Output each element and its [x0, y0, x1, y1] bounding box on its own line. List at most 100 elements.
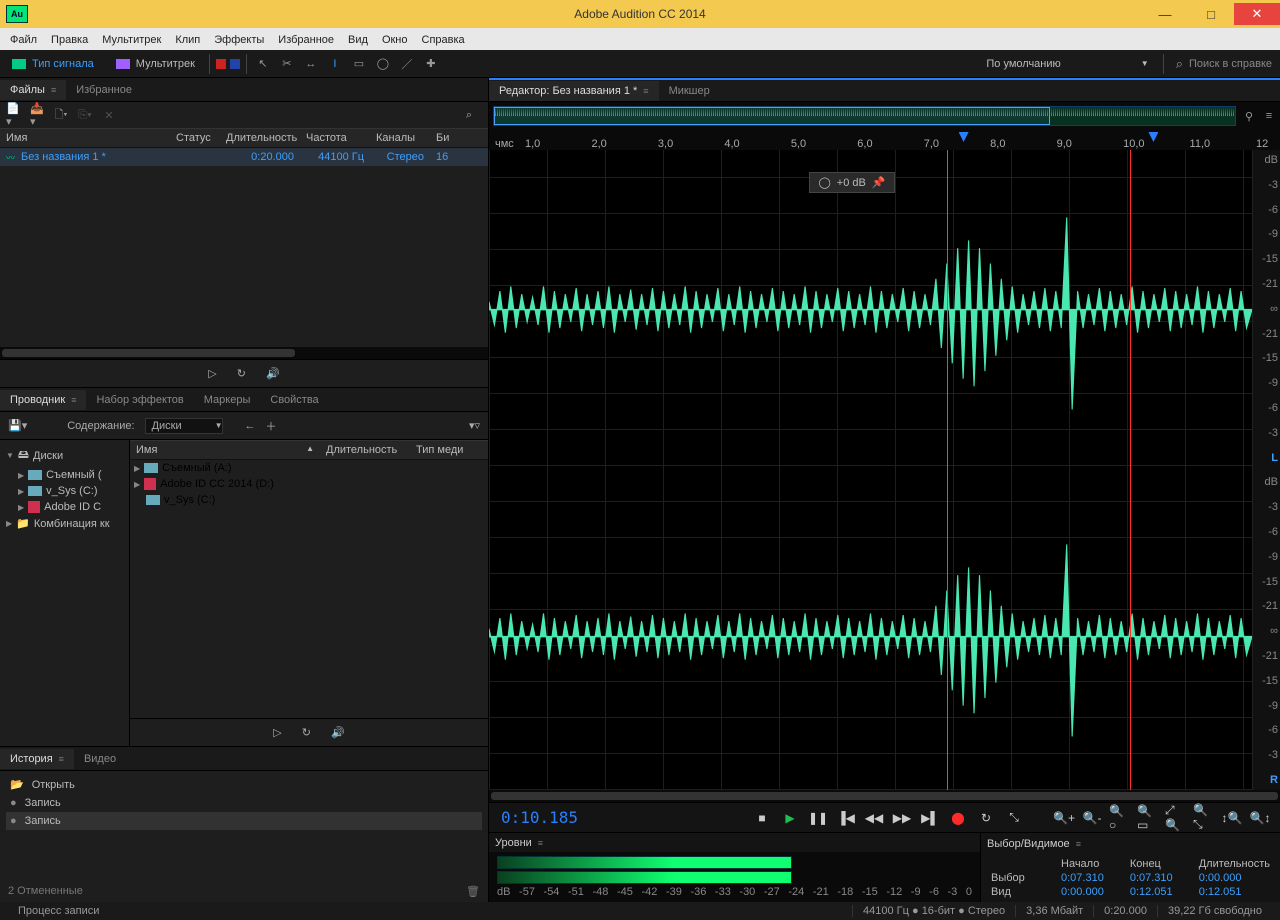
file-row[interactable]: 〰Без названия 1 * 0:20.000 44100 Гц Стер…	[0, 148, 488, 166]
menu-window[interactable]: Окно	[376, 30, 414, 48]
filter-icon[interactable]: ▾▿	[469, 419, 480, 432]
stop-button[interactable]: ■	[750, 807, 774, 829]
sel-end[interactable]: 0:07.310	[1130, 872, 1189, 884]
tab-effect-rack[interactable]: Набор эффектов	[86, 390, 193, 410]
marquee-tool-icon[interactable]: ▭	[347, 52, 371, 76]
zoom-in-point-icon[interactable]: ⤢🔍	[1164, 807, 1188, 829]
channel-view-icon[interactable]: ≡	[1262, 109, 1276, 123]
preview-autoplay-icon[interactable]: 🔊	[331, 726, 345, 739]
preview-loop-icon[interactable]: ↻	[237, 367, 246, 380]
menu-multitrack[interactable]: Мультитрек	[96, 30, 167, 48]
forward-button[interactable]: ▶▶	[890, 807, 914, 829]
col-media[interactable]: Тип меди	[410, 444, 488, 456]
tab-favorites[interactable]: Избранное	[66, 80, 142, 100]
prev-button[interactable]: ▐◀	[834, 807, 858, 829]
workspace-dropdown[interactable]: По умолчанию▼	[976, 58, 1158, 70]
new-multitrack-icon[interactable]: 🗋▾	[54, 108, 68, 122]
tree-item[interactable]: ▶v_Sys (C:)	[2, 483, 127, 499]
heal-tool-icon[interactable]: ✚	[419, 52, 443, 76]
zoom-vert-out-icon[interactable]: 🔍↕	[1248, 807, 1272, 829]
col-name[interactable]: Имя ▲	[130, 444, 320, 456]
spectral-freq-icon[interactable]	[216, 59, 226, 69]
tab-files[interactable]: Файлы≡	[0, 80, 66, 100]
skip-selection-button[interactable]: ⤡	[1002, 807, 1026, 829]
move-tool-icon[interactable]: ↖	[251, 52, 275, 76]
spectral-pitch-icon[interactable]	[230, 59, 240, 69]
sel-start[interactable]: 0:07.310	[1061, 872, 1120, 884]
tree-item[interactable]: ▼🖴 Диски	[2, 444, 127, 467]
history-item[interactable]: ●Запись	[6, 812, 482, 830]
zoom-toggle-icon[interactable]: ⚲	[1242, 109, 1256, 123]
tab-levels[interactable]: Уровни	[495, 837, 532, 849]
editor-hscroll[interactable]	[489, 790, 1280, 802]
nav-up-icon[interactable]: ＋	[266, 418, 277, 434]
preview-play-icon[interactable]: ▷	[273, 726, 281, 739]
overview-track[interactable]: ⚲ ≡	[489, 102, 1280, 130]
tab-editor[interactable]: Редактор: Без названия 1 *≡	[489, 81, 659, 101]
mode-waveform[interactable]: Тип сигнала	[2, 54, 104, 74]
zoom-vert-in-icon[interactable]: ↕🔍	[1220, 807, 1244, 829]
tab-explorer[interactable]: Проводник≡	[0, 390, 86, 410]
view-start[interactable]: 0:00.000	[1061, 886, 1120, 898]
zoom-selection-icon[interactable]: 🔍▭	[1136, 807, 1160, 829]
time-ruler[interactable]: чмс 1,02,03,0 4,05,06,0 7,08,09,0 10,011…	[489, 130, 1280, 150]
menu-favorites[interactable]: Избранное	[272, 30, 340, 48]
next-button[interactable]: ▶▌	[918, 807, 942, 829]
import-icon[interactable]: 📥▾	[30, 108, 44, 122]
tab-selection[interactable]: Выбор/Видимое	[987, 838, 1070, 850]
sel-dur[interactable]: 0:00.000	[1199, 872, 1270, 884]
col-bits[interactable]: Би	[430, 132, 455, 144]
col-name[interactable]: Имя	[0, 132, 170, 144]
close-button[interactable]: ✕	[1234, 3, 1280, 25]
preview-autoplay-icon[interactable]: 🔊	[266, 367, 280, 380]
zoom-out-icon[interactable]: 🔍-	[1080, 807, 1104, 829]
menu-clip[interactable]: Клип	[169, 30, 206, 48]
preview-loop-icon[interactable]: ↻	[302, 726, 311, 739]
tab-properties[interactable]: Свойства	[260, 390, 328, 410]
preview-play-icon[interactable]: ▷	[208, 367, 216, 380]
files-scrollbar[interactable]	[0, 347, 488, 359]
search-files-icon[interactable]: ⌕	[466, 109, 472, 122]
play-button[interactable]: ▶	[778, 807, 802, 829]
close-file-icon[interactable]: ✕	[102, 108, 116, 122]
list-item[interactable]: ▶Adobe ID CC 2014 (D:)	[130, 476, 488, 492]
history-item[interactable]: 📂Открыть	[6, 775, 482, 794]
tab-history[interactable]: История≡	[0, 749, 74, 769]
lasso-tool-icon[interactable]: ◯	[371, 52, 395, 76]
col-channels[interactable]: Каналы	[370, 132, 430, 144]
trash-icon[interactable]: 🗑	[466, 885, 480, 898]
brush-tool-icon[interactable]: ／	[395, 52, 419, 76]
pin-icon[interactable]: 📌	[872, 176, 886, 189]
zoom-full-icon[interactable]: 🔍○	[1108, 807, 1132, 829]
save-shortcut-icon[interactable]: 💾▾	[8, 419, 27, 432]
menu-help[interactable]: Справка	[416, 30, 471, 48]
mode-multitrack[interactable]: Мультитрек	[106, 54, 205, 74]
menu-effects[interactable]: Эффекты	[208, 30, 270, 48]
menu-edit[interactable]: Правка	[45, 30, 94, 48]
tab-markers[interactable]: Маркеры	[194, 390, 261, 410]
razor-tool-icon[interactable]: ✂	[275, 52, 299, 76]
open-file-icon[interactable]: 📄▾	[6, 108, 20, 122]
slip-tool-icon[interactable]: ↔	[299, 52, 323, 76]
tab-mixer[interactable]: Микшер	[659, 81, 720, 101]
maximize-button[interactable]: □	[1188, 3, 1234, 25]
rewind-button[interactable]: ◀◀	[862, 807, 886, 829]
record-button[interactable]: ⬤	[946, 807, 970, 829]
list-item[interactable]: v_Sys (C:)	[130, 492, 488, 508]
view-dur[interactable]: 0:12.051	[1199, 886, 1270, 898]
nav-back-icon[interactable]: ←	[245, 420, 256, 432]
tab-video[interactable]: Видео	[74, 749, 126, 769]
timecode-display[interactable]: 0:10.185	[501, 808, 578, 827]
content-dropdown[interactable]: Диски	[145, 418, 223, 434]
col-duration[interactable]: Длительность	[220, 132, 300, 144]
tree-item[interactable]: ▶Съемный (	[2, 467, 127, 483]
history-item[interactable]: ●Запись	[6, 794, 482, 812]
waveform-display[interactable]: ◯ +0 dB 📌 dB-3-6-9-15-21∞-21-15-9-6-3 L …	[489, 150, 1280, 790]
col-status[interactable]: Статус	[170, 132, 220, 144]
volume-knob-icon[interactable]: ◯	[818, 176, 830, 189]
minimize-button[interactable]: —	[1142, 3, 1188, 25]
loop-button[interactable]: ↻	[974, 807, 998, 829]
help-search[interactable]: ⌕Поиск в справке	[1168, 56, 1280, 72]
menu-view[interactable]: Вид	[342, 30, 374, 48]
time-select-tool-icon[interactable]: I	[323, 52, 347, 76]
